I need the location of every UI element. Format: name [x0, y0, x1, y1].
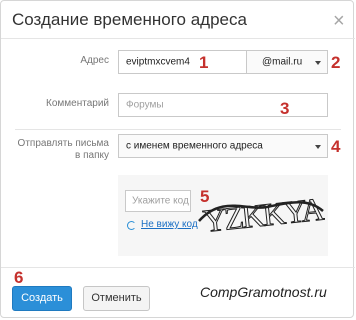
section-divider	[15, 129, 341, 130]
domain-select[interactable]: @mail.ru	[246, 50, 328, 74]
folder-label-line2: в папку	[75, 150, 109, 161]
comment-placeholder: Форумы	[126, 99, 164, 111]
watermark: CompGramotnost.ru	[200, 284, 327, 300]
address-label: Адрес	[80, 55, 109, 66]
address-input[interactable]: eviptmxcvem4	[118, 50, 247, 74]
create-button[interactable]: Создать	[12, 286, 72, 311]
captcha-image-text: YZKKYA	[201, 190, 325, 238]
annotation-5: 5	[200, 187, 210, 206]
footer-divider	[1, 267, 355, 268]
cancel-button[interactable]: Отменить	[83, 286, 150, 311]
folder-select[interactable]: с именем временного адреса	[118, 134, 328, 158]
comment-label: Комментарий	[46, 98, 109, 109]
domain-value: @mail.ru	[262, 56, 303, 68]
folder-label-line1: Отправлять письма	[17, 138, 109, 149]
header-divider	[1, 38, 355, 39]
annotation-1: 1	[199, 53, 209, 72]
annotation-2: 2	[331, 53, 341, 72]
chevron-down-icon	[315, 61, 321, 65]
close-icon[interactable]: ×	[333, 11, 345, 31]
annotation-3: 3	[280, 99, 290, 118]
folder-selected: с именем временного адреса	[126, 140, 263, 152]
dialog-title: Создание временного адреса	[12, 10, 247, 29]
address-value: eviptmxcvem4	[126, 56, 190, 68]
annotation-4: 4	[331, 137, 341, 156]
chevron-down-icon	[315, 145, 321, 149]
refresh-icon[interactable]	[127, 221, 136, 230]
comment-input[interactable]: Форумы	[118, 93, 328, 117]
annotation-6: 6	[14, 268, 24, 287]
captcha-placeholder: Укажите код	[132, 195, 189, 207]
create-temp-address-dialog: Создание временного адреса × Адрес evipt…	[0, 0, 355, 318]
folder-label: Отправлять письма в папку	[5, 138, 109, 162]
captcha-input[interactable]: Укажите код	[125, 190, 191, 212]
captcha-image: YZKKYA	[198, 190, 325, 239]
captcha-refresh-link[interactable]: Не вижу код	[141, 219, 198, 230]
